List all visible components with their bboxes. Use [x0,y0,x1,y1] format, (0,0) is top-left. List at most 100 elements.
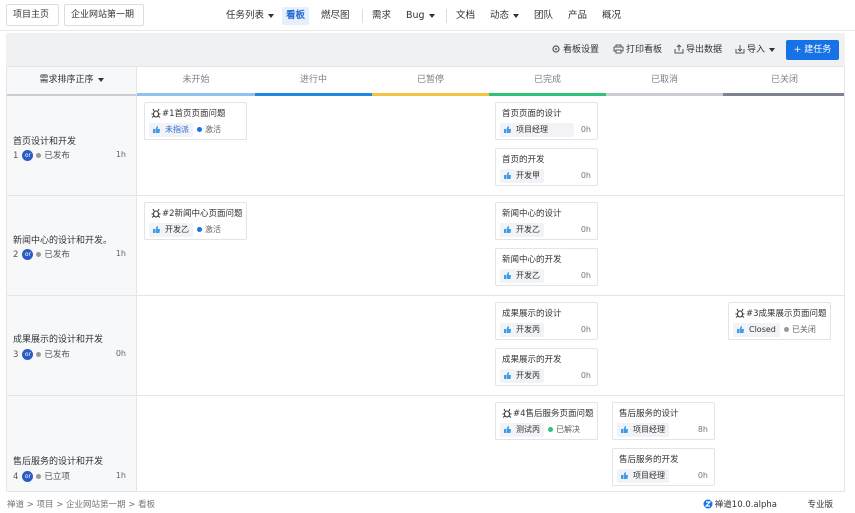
assignee-button[interactable]: 开发丙 [500,323,544,337]
column-label: 已关闭 [770,75,798,85]
story-meta: 4 or 已立项 [13,470,70,482]
assignee-name: 项目经理 [633,425,665,434]
swimlane-label[interactable]: 售后服务的设计和开发 4 or 已立项 1h [7,396,137,491]
nav-product-label: 产品 [568,10,588,21]
assignee-name: 项目经理 [516,125,548,134]
bug-card[interactable]: #3成果展示页面问题 Closed 已关闭 [728,302,831,340]
assignee-button[interactable]: 测试丙 [500,423,544,437]
print-board-button[interactable]: 打印看板 [613,42,662,58]
nav-story[interactable]: 需求 [368,7,395,25]
assignee-name: 开发乙 [516,225,540,234]
nav-kanban[interactable]: 看板 [282,7,310,25]
nav-product[interactable]: 产品 [564,7,591,25]
chevron-down-icon [513,13,520,18]
assign-icon [737,326,744,333]
bug-card[interactable]: #2新闻中心页面问题 开发乙 激活 [144,202,247,240]
assignee-button[interactable]: 项目经理 [500,123,574,137]
assign-icon [621,426,628,433]
story-meta: 3 or 已发布 [13,348,70,360]
nav-task-list[interactable]: 任务列表 [222,7,278,25]
swimlane: 首页设计和开发 1 or 已发布 1h [7,96,844,196]
task-card[interactable]: 售后服务的设计 项目经理 8h [612,402,715,440]
task-card[interactable]: 首页页面的设计 项目经理 0h [495,102,598,140]
swimlane: 新闻中心的设计和开发。 2 or 已发布 1h [7,196,844,296]
story-number: 1 [13,151,19,161]
nav-overview-label: 概况 [602,10,622,21]
breadcrumb[interactable]: 禅道 > 项目 > 企业网站第一期 > 看板 [7,498,155,510]
assignee-button[interactable]: 项目经理 [617,423,669,437]
assignee-button[interactable]: 项目经理 [617,469,669,483]
nav-bug[interactable]: Bug [402,7,439,25]
task-card[interactable]: 售后服务的开发 项目经理 0h [612,448,715,486]
swimlane-label[interactable]: 新闻中心的设计和开发。 2 or 已发布 1h [7,196,137,295]
task-card[interactable]: 首页的开发 开发甲 0h [495,148,598,186]
nav-burndown[interactable]: 燃尽图 [317,7,354,25]
assignee-name: 测试丙 [516,425,540,434]
assignee-button[interactable]: 开发乙 [500,223,544,237]
nav-dynamic[interactable]: 动态 [486,7,523,25]
task-card[interactable]: 成果展示的设计 开发丙 0h [495,302,598,340]
nav-divider [446,9,447,23]
lane-sort-dropdown[interactable]: 需求排序正序 [7,67,137,96]
story-title[interactable]: 成果展示的设计和开发 [13,332,103,345]
nav-overview[interactable]: 概况 [598,7,625,25]
bug-card[interactable]: #4售后服务页面问题 测试丙 已解决 [495,402,598,440]
assignee-button[interactable]: 开发丙 [500,369,544,383]
story-title[interactable]: 新闻中心的设计和开发。 [13,233,112,246]
column-header-cancelled: 已取消 [606,67,723,96]
assignee-name: 开发甲 [516,171,540,180]
export-data-label: 导出数据 [686,45,723,55]
swimlane-label[interactable]: 成果展示的设计和开发 3 or 已发布 0h [7,296,137,395]
assignee-button[interactable]: 开发乙 [149,223,193,237]
task-card[interactable]: 新闻中心的设计 开发乙 0h [495,202,598,240]
edition-label: 专业版 [807,500,833,510]
card-title: 售后服务的开发 [619,455,679,465]
status-dot [197,227,202,232]
chevron-down-icon [97,77,104,82]
assign-icon [153,226,160,233]
assign-icon [504,126,511,133]
top-navbar: 项目主页 企业网站第一期 任务列表 看板 燃尽图 需求 Bug 文档 动态 团队… [0,0,855,37]
bug-card[interactable]: #1首页页面问题 未指派 激活 [144,102,247,140]
nav-burndown-label: 燃尽图 [321,10,350,21]
nav-team[interactable]: 团队 [530,7,557,25]
new-task-button[interactable]: + 建任务 [786,40,839,60]
column-label: 已暂停 [416,75,444,85]
assignee-button[interactable]: 开发乙 [500,269,544,283]
assignee-button[interactable]: 未指派 [149,123,193,137]
nav-doc[interactable]: 文档 [452,7,479,25]
column-header-done: 已完成 [489,67,606,96]
story-number: 4 [13,472,19,482]
kanban-board: 需求排序正序 未开始 进行中 已暂停 已完成 已取消 已关闭 首页设计和开发 1… [6,66,845,492]
version-link[interactable]: 禅道10.0.alpha [703,498,777,510]
lane-sort-label: 需求排序正序 [39,75,94,85]
column-header-paused: 已暂停 [372,67,489,96]
swimlane-label[interactable]: 首页设计和开发 1 or 已发布 1h [7,96,137,195]
version-label: 禅道10.0.alpha [714,500,777,510]
card-hours: 0h [580,171,591,180]
export-data-button[interactable]: 导出数据 [674,42,722,58]
project-switch-dropdown[interactable]: 企业网站第一期 [64,4,144,37]
project-home-label: 项目主页 [13,10,50,20]
assignee-name: 开发乙 [516,271,540,280]
story-title[interactable]: 首页设计和开发 [13,134,76,147]
story-title[interactable]: 售后服务的设计和开发 [13,454,103,467]
kanban-toolbar: 看板设置 打印看板 导出数据 导入 + 建任务 [6,33,845,66]
project-home-dropdown[interactable]: 项目主页 [6,4,59,37]
task-card[interactable]: 新闻中心的开发 开发乙 0h [495,248,598,286]
column-label: 已完成 [533,75,561,85]
card-title: #1首页页面问题 [162,109,226,119]
card-status: 已关闭 [791,325,816,334]
status-dot [36,474,42,479]
card-title: 新闻中心的开发 [502,255,562,265]
card-hours: 8h [697,425,708,434]
board-settings-button[interactable]: 看板设置 [551,42,599,58]
footer: 禅道 > 项目 > 企业网站第一期 > 看板 禅道10.0.alpha 专业版 [0,494,855,513]
import-dropdown[interactable]: 导入 [735,42,776,58]
assignee-button[interactable]: 开发甲 [500,169,544,183]
assignee-button[interactable]: Closed [733,323,780,337]
task-card[interactable]: 成果展示的开发 开发丙 0h [495,348,598,386]
assign-icon [153,126,160,133]
column-header-in-progress: 进行中 [255,67,372,96]
card-title: 首页页面的设计 [502,109,562,119]
